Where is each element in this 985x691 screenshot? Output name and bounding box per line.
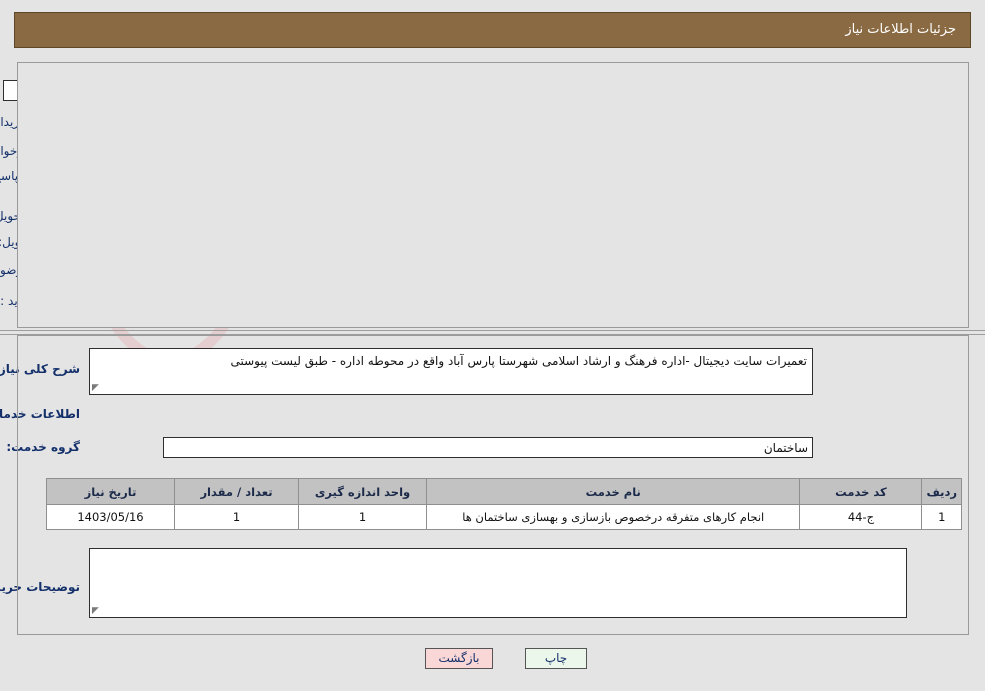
th-code: کد خدمت <box>799 478 923 505</box>
services-table: ردیف کد خدمت نام خدمت واحد اندازه گیری ت… <box>46 478 962 530</box>
page-title: جزئیات اطلاعات نیاز <box>845 22 956 37</box>
cell-code: ج-44 <box>799 504 923 530</box>
th-name: نام خدمت <box>425 478 801 505</box>
th-unit: واحد اندازه گیری <box>298 478 427 505</box>
cell-date: 1403/05/16 <box>46 504 175 530</box>
cell-unit: 1 <box>298 504 427 530</box>
header-bar: جزئیات اطلاعات نیاز <box>14 12 971 48</box>
th-row: ردیف <box>921 478 962 505</box>
cell-row: 1 <box>921 504 962 530</box>
divider-top <box>0 330 985 331</box>
th-qty: تعداد / مقدار <box>174 478 299 505</box>
table-header-row: ردیف کد خدمت نام خدمت واحد اندازه گیری ت… <box>46 478 962 505</box>
table-row: 1 ج-44 انجام کارهای متفرقه درخصوص بازساز… <box>46 504 962 530</box>
cell-name: انجام کارهای متفرقه درخصوص بازسازی و بهس… <box>425 504 801 530</box>
need-info-panel <box>17 62 969 328</box>
cell-qty: 1 <box>174 504 299 530</box>
print-button[interactable]: چاپ <box>525 648 587 669</box>
th-date: تاریخ نیاز <box>46 478 175 505</box>
page-root: AriaTender.net جزئیات اطلاعات نیاز شماره… <box>0 0 985 691</box>
back-button[interactable]: بازگشت <box>425 648 493 669</box>
